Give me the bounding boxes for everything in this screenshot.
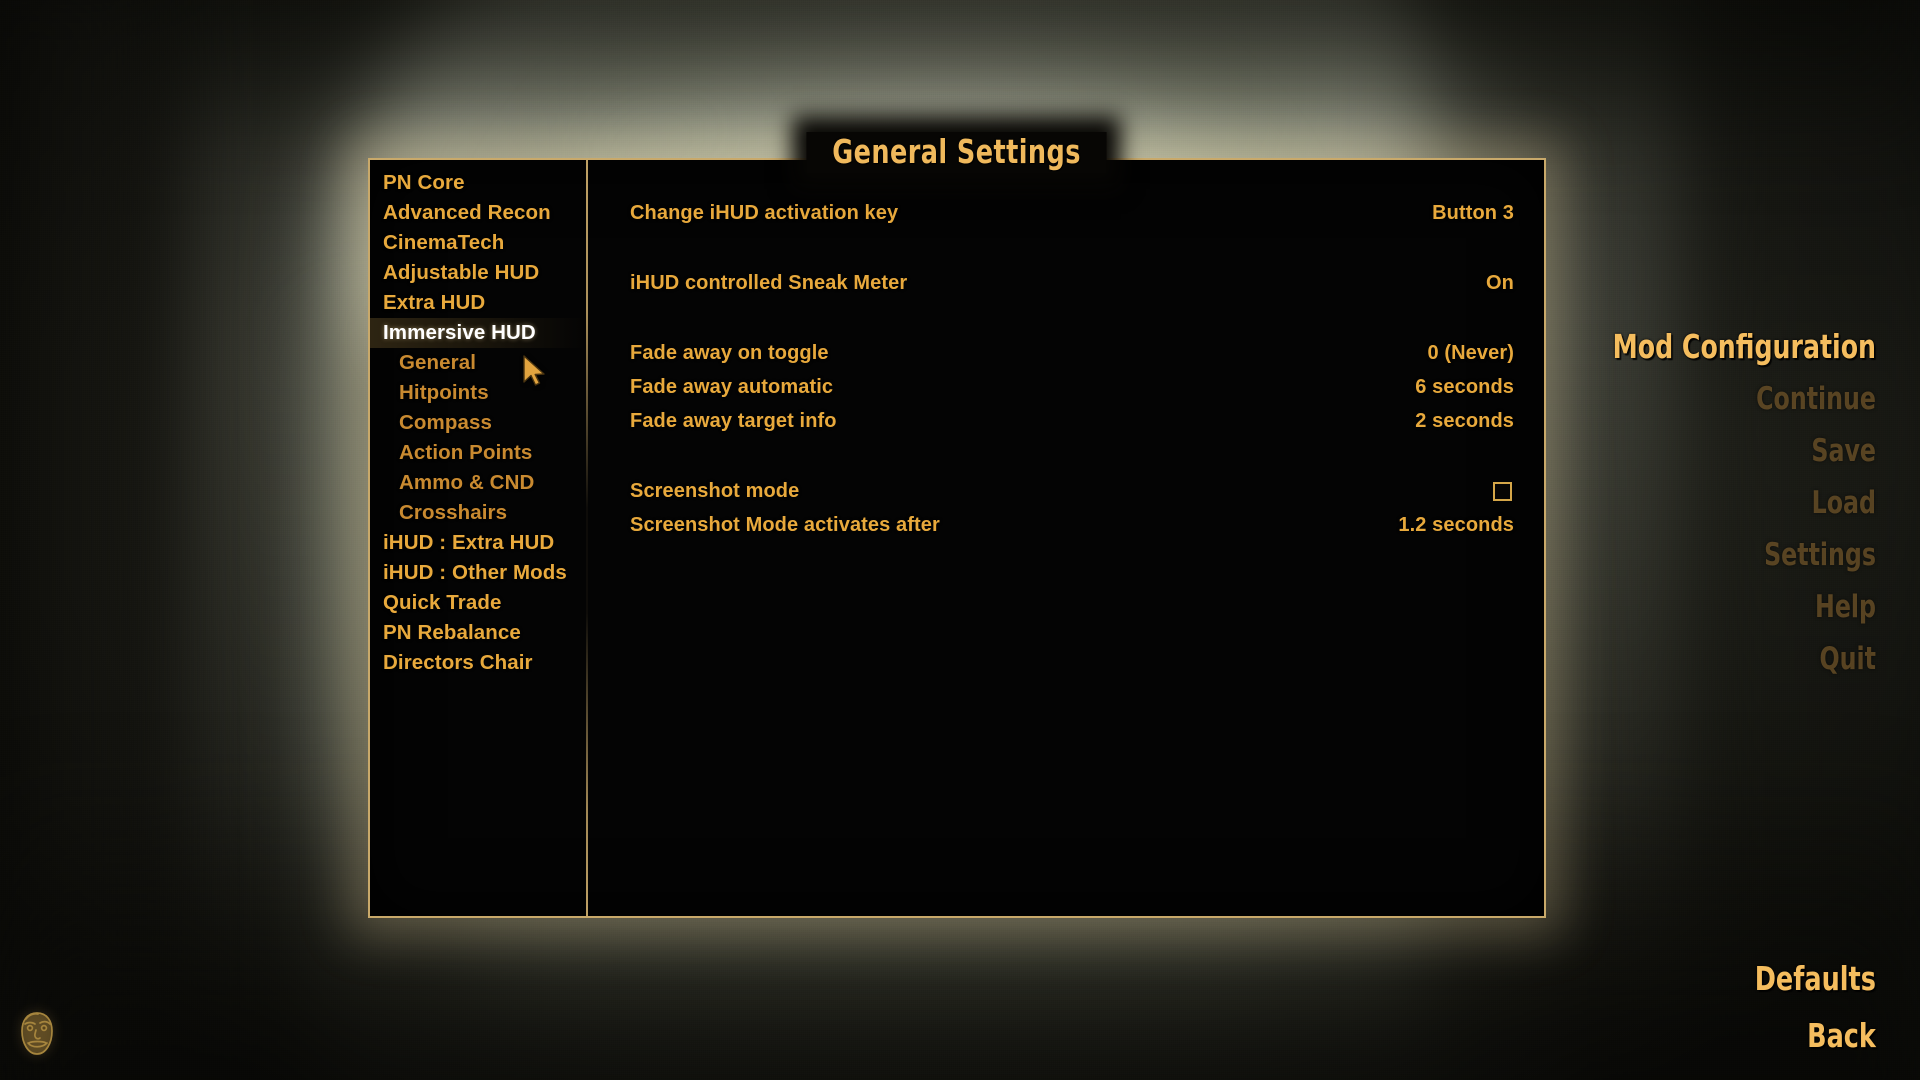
sidebar-item-ihud-extra-hud[interactable]: iHUD : Extra HUD [370,528,586,558]
setting-label-fade-away-automatic: Fade away automatic [630,375,834,398]
mod-list-sidebar[interactable]: PN Core Advanced Recon CinemaTech Adjustabl… [370,160,586,916]
sidebar-item-pn-rebalance[interactable]: PN Rebalance [370,618,586,648]
setting-row-screenshot-mode[interactable]: Screenshot mode [630,474,1514,508]
sidebar-item-ammo-cnd[interactable]: Ammo & CND [370,468,586,498]
setting-label-screenshot-mode: Screenshot mode [630,479,800,502]
setting-value-ihud-controlled-sneak-meter[interactable]: On [1486,272,1514,295]
defaults-button[interactable]: Defaults [1755,962,1876,995]
sidebar-item-advanced-recon[interactable]: Advanced Recon [370,198,586,228]
setting-row-fade-away-automatic[interactable]: Fade away automatic 6 seconds [630,370,1514,404]
setting-row-change-ihud-activation-key[interactable]: Change iHUD activation key Button 3 [630,196,1514,230]
menu-item-settings[interactable]: Settings [1519,540,1876,571]
sidebar-item-crosshairs[interactable]: Crosshairs [370,498,586,528]
sidebar-item-compass[interactable]: Compass [370,408,586,438]
setting-label-fade-away-on-toggle: Fade away on toggle [630,341,829,364]
sidebar-item-adjustable-hud[interactable]: Adjustable HUD [370,258,586,288]
menu-item-help[interactable]: Help [1519,592,1876,623]
setting-row-screenshot-mode-activates-after[interactable]: Screenshot Mode activates after 1.2 secon… [630,508,1514,542]
setting-row-fade-away-target-info[interactable]: Fade away target info 2 seconds [630,404,1514,438]
sidebar-item-action-points[interactable]: Action Points [370,438,586,468]
sidebar-item-directors-chair[interactable]: Directors Chair [370,648,586,678]
setting-label-change-ihud-activation-key: Change iHUD activation key [630,201,899,224]
setting-row-fade-away-on-toggle[interactable]: Fade away on toggle 0 (Never) [630,336,1514,370]
menu-item-continue[interactable]: Continue [1519,384,1876,415]
vault-boy-icon [21,1012,53,1055]
setting-label-fade-away-target-info: Fade away target info [630,409,837,432]
menu-item-load[interactable]: Load [1519,488,1876,519]
sidebar-item-immersive-hud[interactable]: Immersive HUD [370,318,586,348]
menu-item-save[interactable]: Save [1519,436,1876,467]
sidebar-item-general[interactable]: General [370,348,586,378]
main-menu[interactable]: Mod Configuration Continue Save Load Setting… [1456,330,1876,696]
mod-configuration-panel: General Settings PN Core Advanced Recon Ci… [368,132,1546,918]
settings-options-list: Change iHUD activation key Button 3 iHUD c… [588,160,1544,916]
setting-label-ihud-controlled-sneak-meter: iHUD controlled Sneak Meter [630,271,908,294]
setting-label-screenshot-mode-activates-after: Screenshot Mode activates after [630,513,940,536]
menu-item-mod-configuration[interactable]: Mod Configuration [1519,330,1876,363]
setting-row-ihud-controlled-sneak-meter[interactable]: iHUD controlled Sneak Meter On [630,266,1514,300]
back-button[interactable]: Back [1755,1019,1876,1052]
sidebar-item-pn-core[interactable]: PN Core [370,168,586,198]
sidebar-item-extra-hud[interactable]: Extra HUD [370,288,586,318]
sidebar-item-ihud-other-mods[interactable]: iHUD : Other Mods [370,558,586,588]
panel-footer-buttons[interactable]: Defaults Back [1735,938,1876,1052]
menu-item-quit[interactable]: Quit [1519,644,1876,675]
setting-value-change-ihud-activation-key[interactable]: Button 3 [1432,202,1514,225]
sidebar-item-quick-trade[interactable]: Quick Trade [370,588,586,618]
background-shadow-top [0,0,1920,150]
sidebar-item-cinematech[interactable]: CinemaTech [370,228,586,258]
sidebar-item-hitpoints[interactable]: Hitpoints [370,378,586,408]
